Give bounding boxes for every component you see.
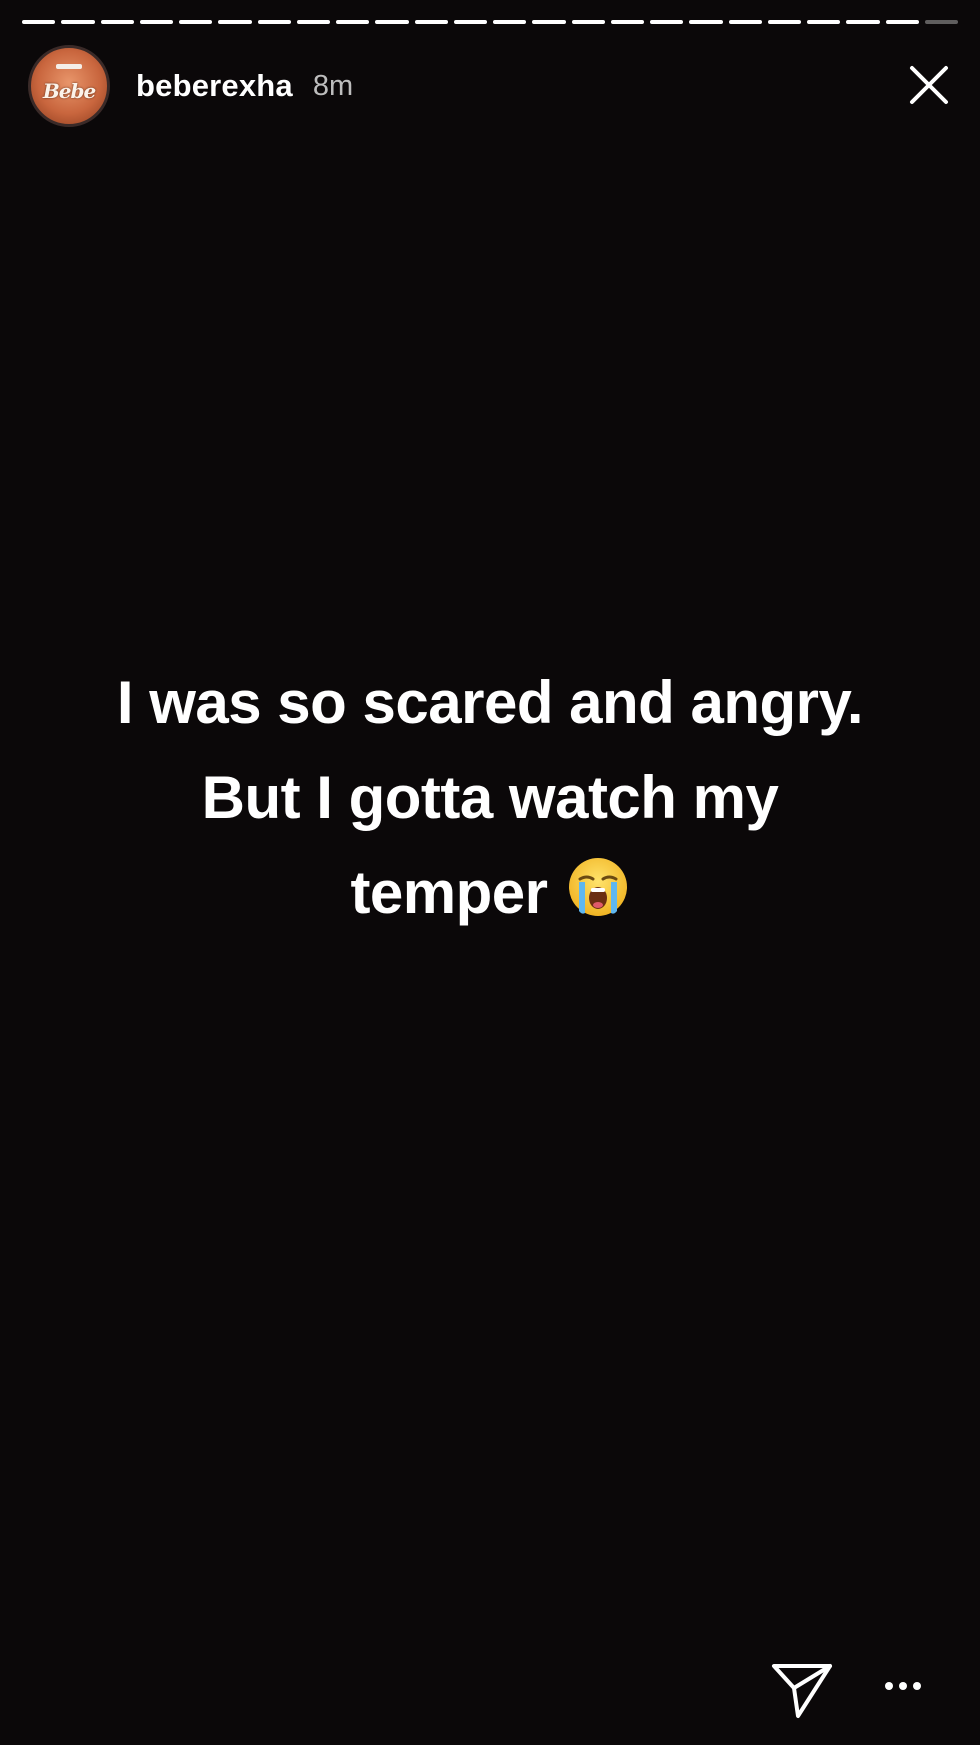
progress-segment xyxy=(650,20,684,24)
progress-segment xyxy=(807,20,841,24)
more-options-icon[interactable] xyxy=(882,1676,924,1696)
progress-segment xyxy=(767,20,801,24)
story-timestamp: 8m xyxy=(312,69,354,102)
progress-segment xyxy=(336,20,370,24)
avatar-grill-text: Bebe xyxy=(42,79,96,103)
caption-line-3: temper xyxy=(40,845,940,940)
progress-segment xyxy=(532,20,566,24)
progress-segment xyxy=(296,20,330,24)
progress-segment xyxy=(375,20,409,24)
progress-segment xyxy=(22,20,56,24)
direct-send-icon[interactable] xyxy=(768,1660,836,1720)
avatar[interactable]: Bebe xyxy=(28,45,110,127)
caption-line-2: But I gotta watch my xyxy=(201,764,779,831)
story-viewer[interactable]: Bebe beberexha 8m I was so scared and an… xyxy=(0,0,980,1745)
progress-segment xyxy=(728,20,762,24)
progress-segment xyxy=(257,20,291,24)
progress-segment xyxy=(846,20,880,24)
username[interactable]: beberexha xyxy=(136,68,293,104)
progress-segment xyxy=(453,20,487,24)
progress-segment xyxy=(61,20,95,24)
caption-line-3-text: temper xyxy=(350,859,548,926)
progress-segment xyxy=(100,20,134,24)
story-header: Bebe beberexha 8m xyxy=(28,45,952,127)
progress-segment xyxy=(610,20,644,24)
progress-segment xyxy=(414,20,448,24)
story-caption: I was so scared and angry. But I gotta w… xyxy=(40,655,940,940)
progress-segment xyxy=(218,20,252,24)
progress-segment xyxy=(139,20,173,24)
story-progress-bar xyxy=(22,20,958,24)
close-icon[interactable] xyxy=(906,62,952,108)
caption-line-1: I was so scared and angry. xyxy=(116,669,864,736)
progress-segment xyxy=(179,20,213,24)
progress-segment xyxy=(571,20,605,24)
progress-segment xyxy=(885,20,919,24)
progress-segment xyxy=(493,20,527,24)
loudly-crying-face-icon xyxy=(566,851,630,916)
progress-segment xyxy=(924,20,958,24)
avatar-teeth xyxy=(56,64,82,69)
progress-segment xyxy=(689,20,723,24)
